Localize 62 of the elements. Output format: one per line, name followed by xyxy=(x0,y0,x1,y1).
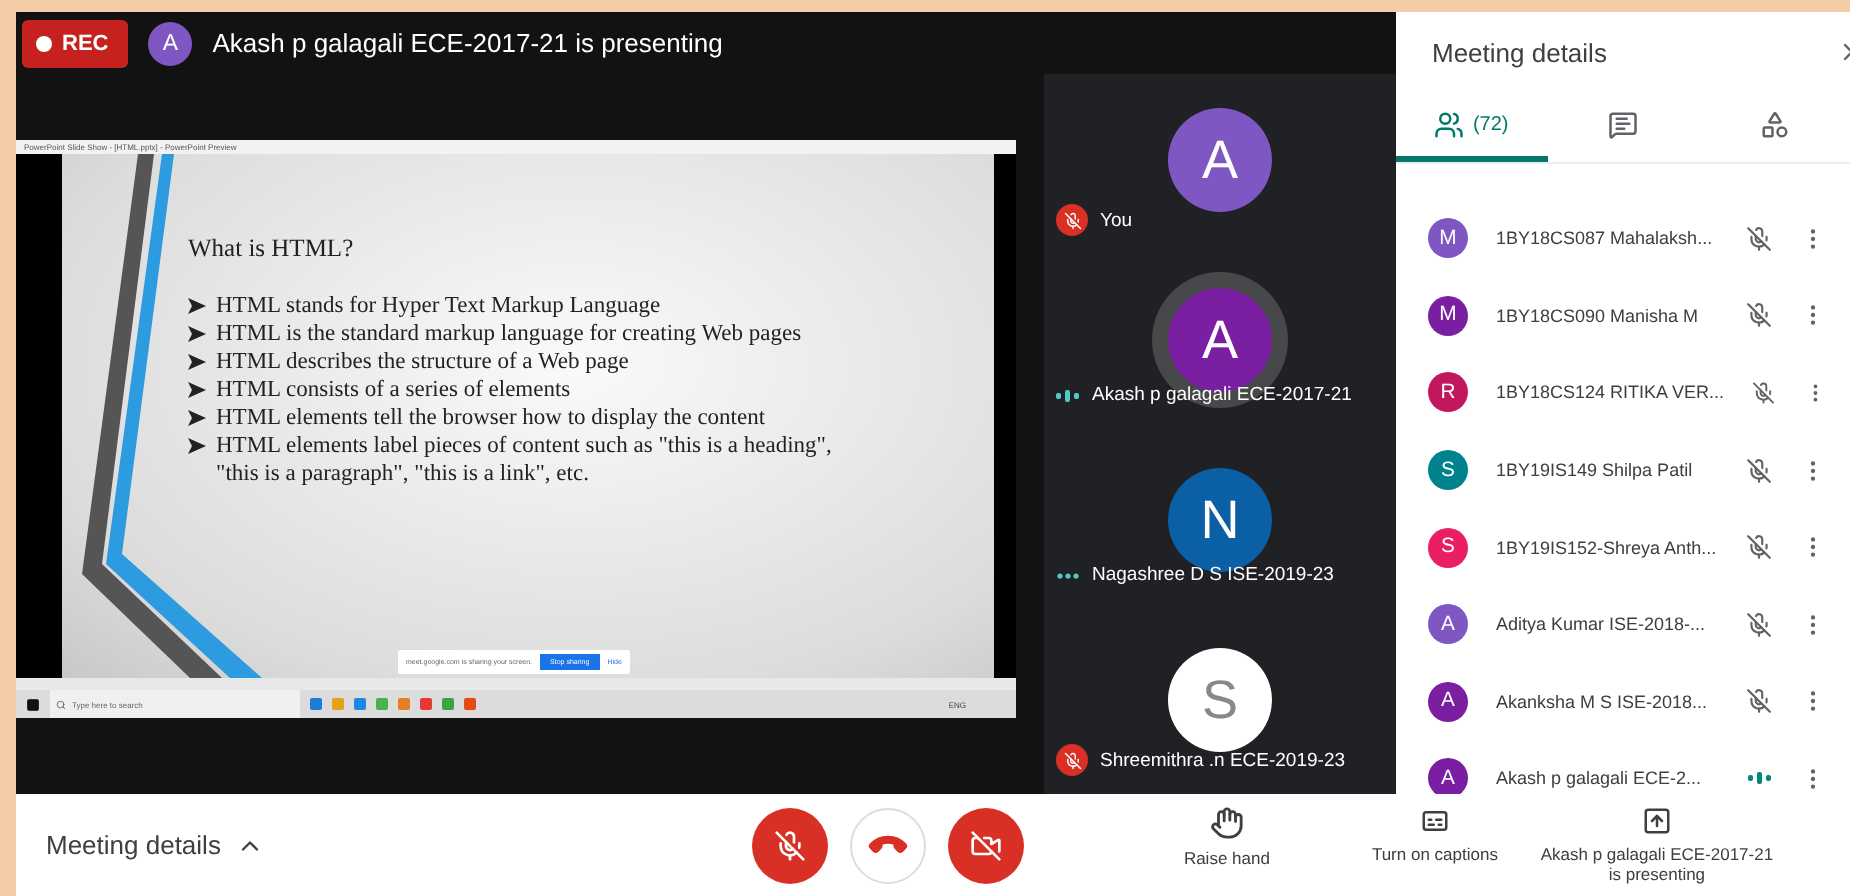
camera-button[interactable] xyxy=(948,807,1025,883)
shapes-icon xyxy=(1759,109,1790,139)
slide-heading: What is HTML? xyxy=(188,234,356,264)
participant-name: 1BY18CS090 Manisha M xyxy=(1496,305,1701,326)
camera-off-icon xyxy=(970,829,1003,861)
participant-name: Akanksha M S ISE-2018... xyxy=(1496,691,1710,712)
people-icon xyxy=(1434,109,1465,139)
mic-off-icon[interactable] xyxy=(1746,611,1772,638)
recording-badge: REC xyxy=(22,19,129,67)
participant-avatar: A xyxy=(1428,758,1468,794)
participant-avatar: S xyxy=(1428,450,1468,491)
participant-avatar: M xyxy=(1428,295,1468,336)
slide-bullet-text: HTML is the standard markup language for creating Web pages xyxy=(216,320,802,348)
mic-off-icon[interactable] xyxy=(1746,534,1772,561)
arrow-bullet-icon xyxy=(188,382,206,398)
participant-name: You xyxy=(1100,209,1133,231)
participant-name: 1BY18CS124 RITIKA VER... xyxy=(1496,382,1725,403)
mic-off-icon[interactable] xyxy=(1752,379,1776,406)
mic-off-icon[interactable] xyxy=(1746,225,1772,252)
presenter-avatar: A xyxy=(148,21,193,65)
slide-bullet-text: HTML stands for Hyper Text Markup Language xyxy=(216,292,661,320)
slide-bullet-text: HTML elements tell the browser how to display the content xyxy=(216,404,766,432)
captions-button[interactable]: Turn on captions xyxy=(1330,805,1539,885)
arrow-bullet-icon xyxy=(188,410,206,426)
participant-avatar: M xyxy=(1428,218,1468,259)
present-icon xyxy=(1641,805,1672,836)
participant-avatar: S xyxy=(1428,527,1468,568)
participant-avatar: S xyxy=(1168,648,1272,752)
hang-up-button[interactable] xyxy=(850,807,927,883)
mic-off-icon[interactable] xyxy=(1746,302,1772,329)
participant-name: 1BY19IS149 Shilpa Patil xyxy=(1496,460,1695,481)
presenting-button[interactable]: Akash p galagali ECE-2017-21 is presenting xyxy=(1538,805,1775,885)
people-tab[interactable]: (72) xyxy=(1396,92,1548,162)
hand-icon xyxy=(1209,805,1244,840)
captions-icon xyxy=(1419,805,1450,836)
slide-bullet-text: HTML describes the structure of a Web page xyxy=(216,348,629,376)
participant-name: Akash p galagali ECE-2... xyxy=(1496,768,1704,789)
mic-off-icon[interactable] xyxy=(1746,457,1772,484)
chat-icon xyxy=(1608,109,1638,139)
arrow-bullet-icon xyxy=(188,438,206,454)
search-icon xyxy=(56,699,66,709)
participant-avatar: R xyxy=(1428,372,1468,413)
arrow-bullet-icon xyxy=(188,354,206,370)
participant-name: Aditya Kumar ISE-2018-... xyxy=(1496,614,1708,635)
raise-hand-button[interactable]: Raise hand xyxy=(1122,805,1331,885)
participant-avatar: A xyxy=(1168,108,1272,212)
participant-name: Shreemithra .n ECE-2019-23 xyxy=(1100,749,1346,771)
mic-off-icon xyxy=(774,829,807,861)
arrow-bullet-icon xyxy=(188,298,206,314)
participant-name: 1BY19IS152-Shreya Anth... xyxy=(1496,537,1718,558)
slide-bullet-text: HTML elements label pieces of content such as "this is a heading", "this is a paragraph", "this is a link", etc. xyxy=(216,432,834,488)
meeting-details-button[interactable]: Meeting details xyxy=(46,830,265,860)
participant-avatar: A xyxy=(1428,681,1468,722)
slide-bullet-text: HTML consists of a series of elements xyxy=(216,376,571,404)
presenter-text: Akash p galagali ECE-2017-21 is presenting xyxy=(212,28,723,58)
participant-name: 1BY18CS087 Mahalaksh... xyxy=(1496,228,1715,249)
microphone-button[interactable] xyxy=(752,807,829,883)
mic-off-icon[interactable] xyxy=(1746,688,1772,715)
start-icon xyxy=(26,697,40,711)
participant-avatar: A xyxy=(1428,604,1468,645)
arrow-bullet-icon xyxy=(188,326,206,342)
panel-title: Meeting details xyxy=(1432,37,1607,67)
